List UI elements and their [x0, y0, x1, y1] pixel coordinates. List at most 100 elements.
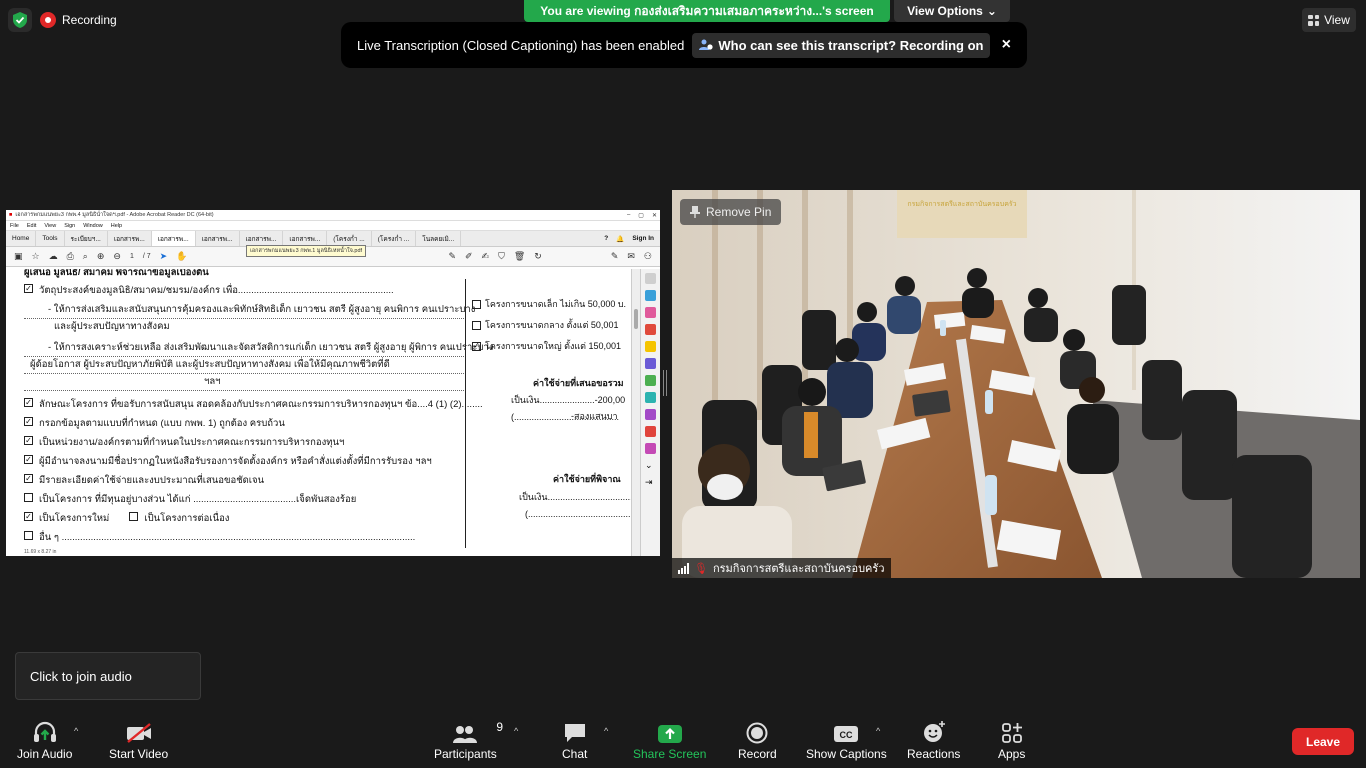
- recording-label: Recording: [62, 13, 117, 27]
- page-down-icon[interactable]: ⊖: [113, 251, 121, 262]
- share-icon[interactable]: ⚇: [644, 251, 652, 262]
- checkbox-empty-icon: [472, 299, 481, 309]
- bookmark-star-icon[interactable]: ☆: [32, 251, 40, 262]
- more-tools-chevron-icon[interactable]: ⌄: [645, 460, 656, 471]
- page-number-input[interactable]: 1: [130, 253, 134, 260]
- tab-document[interactable]: เอกสารพ...: [240, 231, 284, 246]
- window-close-icon[interactable]: ✕: [652, 212, 657, 219]
- mail-icon[interactable]: ✉: [627, 251, 635, 262]
- zoom-search-icon[interactable]: ⌕: [83, 251, 88, 262]
- edit-pdf-icon[interactable]: [645, 375, 656, 386]
- show-captions-label: Show Captions: [806, 747, 887, 761]
- fill-sign-icon[interactable]: ✎: [611, 251, 619, 262]
- view-button[interactable]: View: [1302, 8, 1356, 32]
- leave-button[interactable]: Leave: [1292, 728, 1354, 755]
- pinned-video-tile[interactable]: กรมกิจการสตรีและสถาบันครอบครัว Remove Pi…: [672, 190, 1360, 578]
- rotate-icon[interactable]: ↻: [534, 251, 542, 262]
- maximize-icon[interactable]: ▢: [638, 212, 644, 219]
- tab-document[interactable]: (โครงก่ำ ...: [372, 231, 417, 246]
- reader-body: ผู้เสนอ มูลนิธิ/ สมาคม พิจารณาข้อมูลเบื้…: [6, 269, 660, 556]
- select-cursor-icon[interactable]: ➤: [160, 251, 168, 262]
- security-shield-icon[interactable]: [8, 8, 32, 32]
- captions-caret-icon[interactable]: ^: [876, 726, 880, 736]
- zoom-in-icon[interactable]: [645, 273, 656, 284]
- share-screen-label: Share Screen: [633, 747, 707, 761]
- record-button[interactable]: Record: [738, 718, 777, 761]
- tab-tools[interactable]: Tools: [36, 231, 65, 246]
- apps-button[interactable]: Apps: [998, 718, 1025, 761]
- help-icon[interactable]: ?: [604, 235, 608, 242]
- tab-home[interactable]: Home: [6, 231, 37, 246]
- close-icon[interactable]: ×: [1002, 36, 1011, 54]
- checkbox-checked-icon: ✓: [24, 473, 33, 483]
- join-audio-button[interactable]: Join Audio: [17, 718, 72, 761]
- expand-panel-icon[interactable]: ⇥: [645, 477, 656, 488]
- join-audio-label: Join Audio: [17, 747, 73, 761]
- minimize-icon[interactable]: –: [627, 212, 630, 219]
- checklist-item: อื่น ๆ .................................…: [24, 530, 464, 549]
- tab-document[interactable]: เอกสารพ...: [108, 231, 152, 246]
- hand-tool-icon[interactable]: ✋: [176, 251, 187, 262]
- chat-button[interactable]: Chat: [562, 718, 587, 761]
- menu-edit[interactable]: Edit: [27, 223, 36, 229]
- comment-icon[interactable]: ✎: [448, 251, 456, 262]
- recording-indicator[interactable]: Recording: [40, 8, 117, 32]
- share-screen-button[interactable]: Share Screen: [633, 718, 706, 761]
- split-resize-handle[interactable]: [663, 370, 667, 396]
- chat-caret-icon[interactable]: ^: [604, 726, 608, 736]
- start-video-button[interactable]: Start Video: [109, 718, 168, 761]
- checklist-subline: ผู้ด้อยโอกาส ผู้ประสบปัญหาภัยพิบัติ และผ…: [24, 357, 464, 374]
- checklist-subline: - ให้การสงเคราะห์ช่วยเหลือ ส่งเสริมพัฒนา…: [24, 340, 493, 357]
- export-pdf-icon[interactable]: [645, 324, 656, 335]
- vertical-scrollbar[interactable]: [631, 269, 640, 556]
- participants-icon: 9: [452, 718, 503, 744]
- page-up-icon[interactable]: ⊕: [97, 251, 105, 262]
- participants-button[interactable]: 9 Participants: [434, 718, 503, 761]
- sign-icon[interactable]: ✍: [482, 251, 490, 262]
- save-icon[interactable]: ▣: [14, 251, 23, 262]
- audio-options-caret-icon[interactable]: ^: [74, 726, 78, 736]
- stamp-icon[interactable]: ⛉: [498, 251, 505, 262]
- participants-caret-icon[interactable]: ^: [514, 726, 518, 736]
- print-icon[interactable]: ⎙: [67, 251, 74, 262]
- menu-help[interactable]: Help: [111, 223, 122, 229]
- who-can-see-transcript-button[interactable]: Who can see this transcript? Recording o…: [692, 32, 991, 58]
- tab-document[interactable]: เอกสารพ...: [196, 231, 240, 246]
- fill-sign-tool-icon[interactable]: [645, 409, 656, 420]
- reactions-button[interactable]: Reactions: [907, 718, 960, 761]
- view-options-button[interactable]: View Options ⌄: [894, 0, 1010, 22]
- create-pdf-icon[interactable]: [645, 290, 656, 301]
- delete-icon[interactable]: 🗑: [514, 251, 525, 262]
- upload-icon[interactable]: ☁: [49, 251, 58, 262]
- bell-icon[interactable]: 🔔: [616, 235, 624, 243]
- tab-document[interactable]: (โครงก่ำ ...: [327, 231, 372, 246]
- remove-pin-button[interactable]: Remove Pin: [680, 199, 782, 225]
- tab-document[interactable]: ระเบียบฯ...: [65, 231, 108, 246]
- highlight-icon[interactable]: ✐: [465, 251, 473, 262]
- cost-request-label: ค่าใช้จ่ายที่เสนอขอรวม: [533, 378, 624, 388]
- reader-menu-bar: File Edit View Sign Window Help: [6, 221, 660, 231]
- pdf-page[interactable]: ผู้เสนอ มูลนิธิ/ สมาคม พิจารณาข้อมูลเบื้…: [6, 269, 631, 556]
- combine-files-icon[interactable]: [645, 358, 656, 369]
- muted-mic-icon: 🎙: [694, 562, 708, 575]
- protect-icon[interactable]: [645, 443, 656, 454]
- tab-document[interactable]: เอกสารพ...: [283, 231, 328, 246]
- tab-document-active[interactable]: เอกสารพ...: [151, 231, 196, 246]
- menu-view[interactable]: View: [44, 223, 56, 229]
- join-audio-tooltip[interactable]: Click to join audio: [15, 652, 201, 700]
- organize-pages-icon[interactable]: [645, 307, 656, 318]
- checklist-subline: - ให้การส่งเสริมและสนับสนุนการคุ้มครองแล…: [24, 302, 475, 319]
- scan-icon[interactable]: [645, 392, 656, 403]
- menu-file[interactable]: File: [10, 223, 19, 229]
- comment-tool-icon[interactable]: [645, 341, 656, 352]
- sign-in-link[interactable]: Sign In: [632, 235, 654, 242]
- menu-sign[interactable]: Sign: [64, 223, 75, 229]
- chat-icon: [563, 718, 587, 744]
- show-captions-button[interactable]: CC Show Captions: [806, 718, 887, 761]
- tab-document[interactable]: โนลคยเมิ...: [416, 231, 462, 246]
- pin-icon: [690, 206, 700, 218]
- doc-heading: ผู้เสนอ มูลนิธิ/ สมาคม พิจารณาข้อมูลเบื้…: [24, 269, 209, 278]
- menu-window[interactable]: Window: [83, 223, 103, 229]
- send-icon[interactable]: [645, 426, 656, 437]
- shared-screen[interactable]: ■ เอกสารพกมแนพยะ3 กพพ.4 มูลนิธิน่ำใจดฯ.p…: [6, 210, 660, 556]
